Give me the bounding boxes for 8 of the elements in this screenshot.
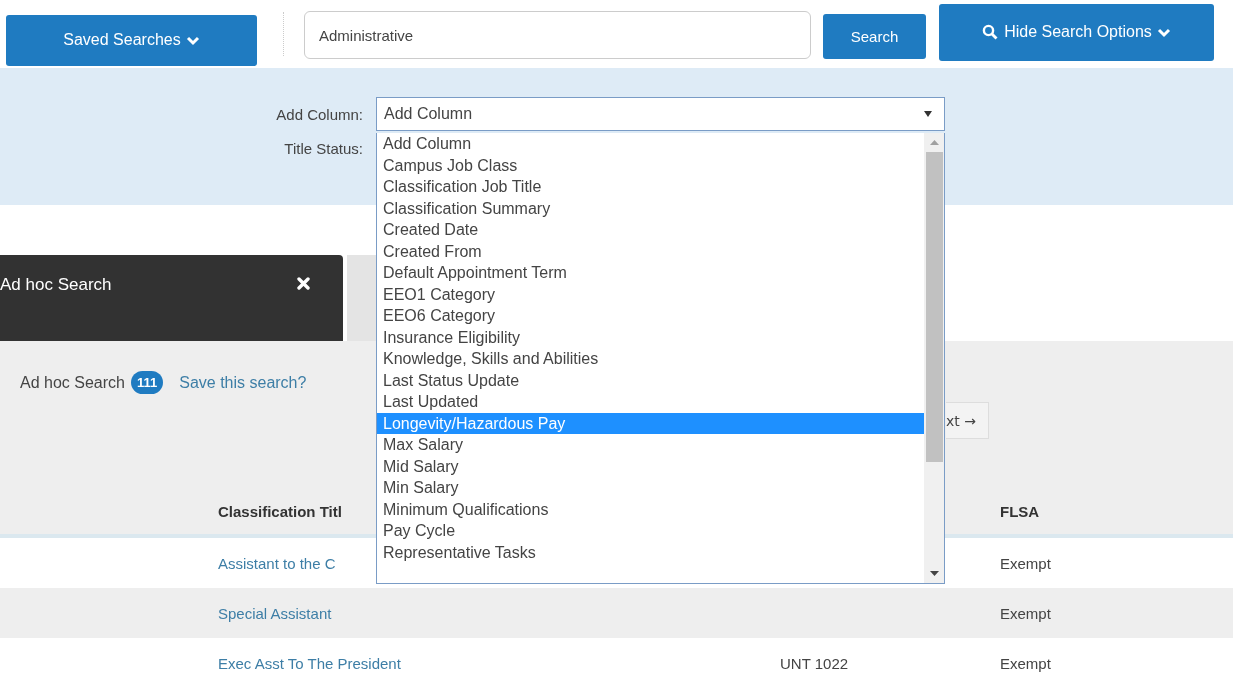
results-title: Ad hoc Search <box>20 373 125 392</box>
table-cell: Exempt <box>1000 604 1051 622</box>
count-badge: 111 <box>130 371 164 394</box>
table-cell: Exempt <box>1000 554 1051 572</box>
field-label: Title Status: <box>283 140 363 157</box>
table-cell-text: UNT 1022 <box>780 654 850 672</box>
field-label: Add Column: <box>275 105 363 123</box>
table-cell: Exempt <box>1000 654 1051 672</box>
